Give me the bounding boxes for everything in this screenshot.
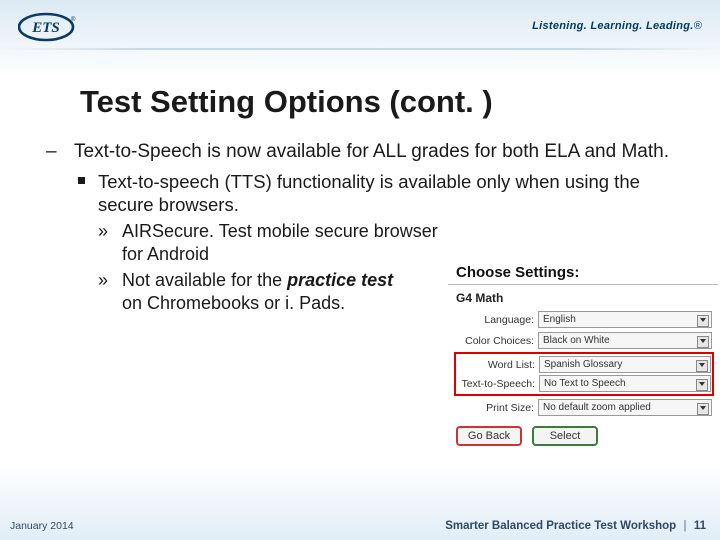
settings-buttons: Go Back Select	[448, 418, 718, 450]
square-bullet-icon	[78, 177, 85, 184]
settings-title: Choose Settings:	[448, 258, 718, 284]
ets-logo-icon: ETS ®	[18, 12, 80, 42]
slide: ETS ® Listening. Learning. Leading.® Tes…	[0, 0, 720, 540]
label-color: Color Choices:	[456, 335, 534, 347]
svg-text:ETS: ETS	[31, 20, 60, 36]
dash-icon: –	[46, 140, 57, 164]
select-wordlist[interactable]: Spanish Glossary	[539, 356, 711, 373]
row-tts: Text-to-Speech: No Text to Speech	[457, 374, 711, 393]
footer-workshop: Smarter Balanced Practice Test Workshop	[445, 520, 676, 532]
footer-sep: |	[679, 520, 690, 532]
bullet-l1-text: Text-to-Speech is now available for ALL …	[74, 141, 669, 162]
registered-mark: ®	[694, 20, 702, 32]
bullet-l3b-emph: practice test	[287, 270, 393, 290]
tagline: Listening. Learning. Leading.®	[532, 20, 702, 32]
label-wordlist: Word List:	[457, 359, 535, 371]
raquo-icon: »	[98, 269, 108, 292]
row-language: Language: English	[448, 309, 718, 330]
go-back-button[interactable]: Go Back	[456, 426, 522, 446]
label-tts: Text-to-Speech:	[457, 378, 535, 390]
ets-logo: ETS ®	[18, 12, 80, 42]
chevron-down-icon	[700, 406, 706, 410]
bullet-l3b-line1-pre: Not available for the	[122, 270, 287, 290]
tagline-listening: Listening.	[532, 20, 587, 32]
label-language: Language:	[456, 314, 534, 326]
row-wordlist: Word List: Spanish Glossary	[457, 355, 711, 374]
select-language[interactable]: English	[538, 311, 712, 328]
divider	[448, 284, 718, 285]
settings-subject: G4 Math	[448, 289, 718, 309]
row-print: Print Size: No default zoom applied	[448, 397, 718, 418]
tagline-learning: Learning.	[590, 20, 642, 32]
bullet-level2: Text-to-speech (TTS) functionality is av…	[38, 170, 698, 216]
select-color[interactable]: Black on White	[538, 332, 712, 349]
label-print: Print Size:	[456, 402, 534, 414]
row-color: Color Choices: Black on White	[448, 330, 718, 351]
chevron-down-icon	[699, 363, 705, 367]
svg-text:®: ®	[71, 16, 76, 23]
tagline-leading: Leading.	[646, 20, 694, 32]
highlight-box: Word List: Spanish Glossary Text-to-Spee…	[454, 352, 714, 396]
settings-screenshot: Choose Settings: G4 Math Language: Engli…	[448, 258, 718, 458]
raquo-icon: »	[98, 220, 108, 243]
slide-title: Test Setting Options (cont. )	[80, 84, 493, 120]
chevron-down-icon	[700, 339, 706, 343]
footer-date: January 2014	[10, 520, 74, 532]
chevron-down-icon	[699, 382, 705, 386]
bullet-level1: – Text-to-Speech is now available for AL…	[38, 140, 698, 164]
bullet-l3a-line1: AIRSecure. Test mobile secure browser	[122, 221, 438, 241]
select-button[interactable]: Select	[532, 426, 598, 446]
footer-page-number: 11	[694, 520, 706, 532]
select-tts[interactable]: No Text to Speech	[539, 375, 711, 392]
footer-right: Smarter Balanced Practice Test Workshop …	[445, 520, 706, 532]
select-print[interactable]: No default zoom applied	[538, 399, 712, 416]
bullet-l2-text: Text-to-speech (TTS) functionality is av…	[98, 171, 640, 215]
chevron-down-icon	[700, 318, 706, 322]
